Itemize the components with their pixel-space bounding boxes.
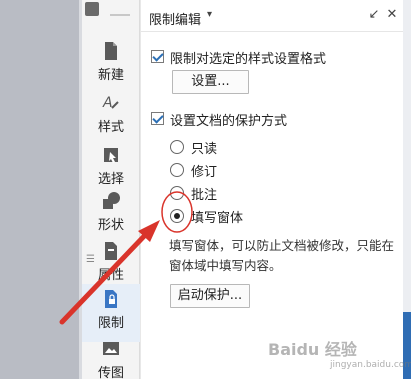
panel-title[interactable]: 限制编辑 <box>149 9 201 28</box>
toolbar-item-style[interactable]: A 样式 <box>82 88 140 146</box>
style-icon: A <box>102 95 119 111</box>
toolbar-item-label: 传图 <box>97 366 124 379</box>
close-icon[interactable]: ✕ <box>385 8 399 22</box>
watermark-sub: jingyan.baidu.com <box>330 360 411 370</box>
option-readonly-label: 只读 <box>191 142 218 157</box>
select-icon <box>104 148 118 163</box>
toolbar-item-label: 样式 <box>97 120 124 135</box>
restrict-editing-panel: 限制编辑 ▾ ↙ ✕ 限制对选定的样式设置格式 设置... 设置文档的保护方式 … <box>141 0 403 379</box>
protection-label: 设置文档的保护方式 <box>170 114 288 129</box>
restrict-icon <box>105 290 117 308</box>
toolbar-item-label: 限制 <box>97 316 124 331</box>
toolbar-divider <box>110 14 130 16</box>
radio-readonly[interactable] <box>170 140 184 154</box>
upload-image-icon <box>103 342 119 355</box>
option-comment-label: 批注 <box>191 188 218 203</box>
new-doc-icon <box>105 42 117 60</box>
collapse-icon[interactable]: ↙ <box>367 8 381 22</box>
option-fill-form-label: 填写窗体 <box>191 211 244 226</box>
fill-form-description: 填写窗体，可以防止文档被修改，只能在窗体域中填写内容。 <box>169 238 395 273</box>
panel-toggle-icon[interactable] <box>85 2 99 16</box>
toolbar-item-label: 属性 <box>97 268 124 283</box>
right-edge <box>403 0 411 379</box>
shape-icon <box>103 192 120 209</box>
document-area <box>0 0 82 379</box>
radio-revision[interactable] <box>170 163 184 177</box>
toolbar-item-label: 选择 <box>97 172 124 187</box>
properties-icon <box>105 242 117 260</box>
resize-grip-icon[interactable]: ☰ <box>86 255 95 265</box>
radio-comment[interactable] <box>170 186 184 200</box>
toolbar-item-label: 新建 <box>97 68 124 83</box>
settings-button[interactable]: 设置... <box>172 70 249 94</box>
toolbar-item-upload-image[interactable]: 传图 <box>82 334 140 379</box>
chevron-down-icon[interactable]: ▾ <box>207 9 212 20</box>
toolbar-item-new[interactable]: 新建 <box>82 36 140 94</box>
watermark: Baidu 经验 <box>268 340 357 359</box>
svg-text:A: A <box>102 95 113 111</box>
start-protection-button[interactable]: 启动保护... <box>170 284 250 308</box>
format-restriction-checkbox[interactable] <box>151 50 164 63</box>
side-toolbar: 新建 A 样式 选择 形状 属性 限制 传图 <box>82 0 140 379</box>
option-revision-label: 修订 <box>191 165 218 180</box>
toolbar-item-label: 形状 <box>97 218 124 233</box>
protection-checkbox[interactable] <box>151 112 164 125</box>
panel-header: 限制编辑 ▾ ↙ ✕ <box>141 0 403 32</box>
format-restriction-label: 限制对选定的样式设置格式 <box>170 52 327 67</box>
radio-fill-form[interactable] <box>170 209 184 223</box>
